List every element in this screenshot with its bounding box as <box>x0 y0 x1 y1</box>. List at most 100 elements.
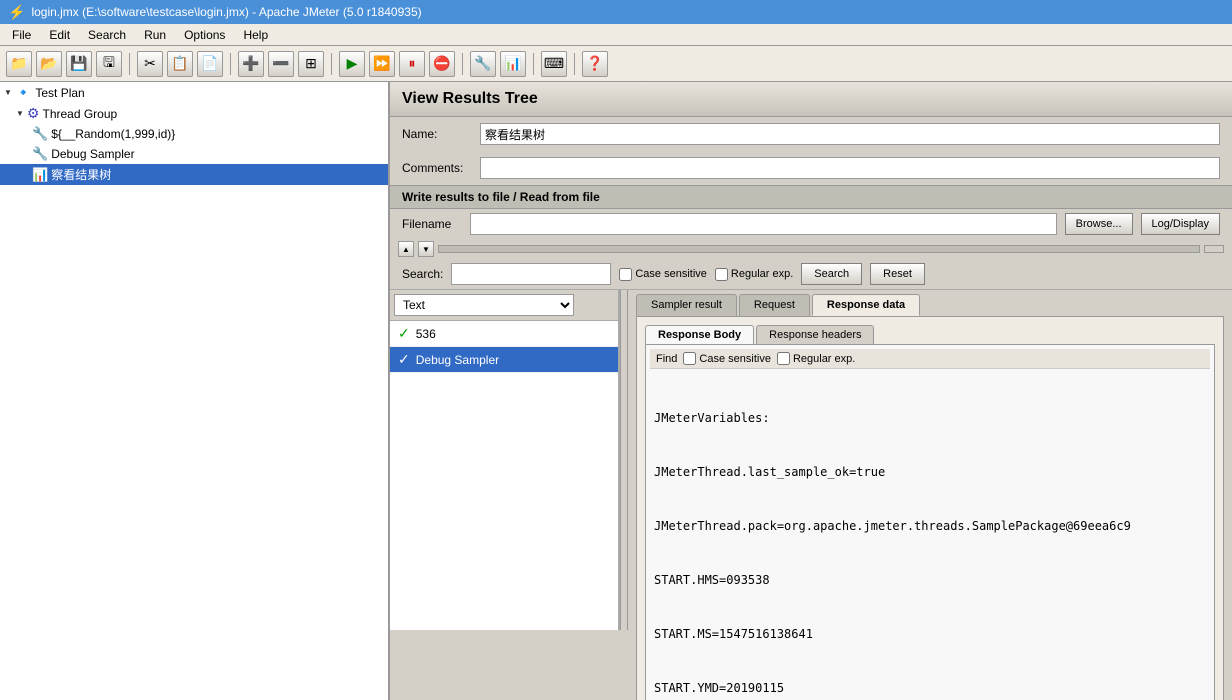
separator-4 <box>462 53 463 75</box>
toolbar-stop[interactable]: ⏸ <box>399 51 425 77</box>
regular-exp-label: Regular exp. <box>715 268 793 281</box>
toolbar-new[interactable]: 📁 <box>6 51 32 77</box>
text-dropdown[interactable]: Text RegExp Tester CSS/JQuery Tester XPa… <box>394 294 574 316</box>
scroll-up[interactable]: ▲ <box>398 241 414 257</box>
vertical-divider[interactable] <box>620 290 628 630</box>
result-item-debug[interactable]: ✓ Debug Sampler <box>390 347 618 373</box>
results-list: ✓ 536 ✓ Debug Sampler <box>390 321 620 630</box>
reset-button[interactable]: Reset <box>870 263 925 285</box>
menu-help[interactable]: Help <box>235 26 276 43</box>
result-label-536: 536 <box>416 327 436 341</box>
dropdown-row: Text RegExp Tester CSS/JQuery Tester XPa… <box>390 290 618 321</box>
menu-search[interactable]: Search <box>80 26 134 43</box>
toolbar-function[interactable]: ⌨ <box>541 51 567 77</box>
toolbar-save[interactable]: 💾 <box>66 51 92 77</box>
horizontal-scrollbar[interactable] <box>438 245 1200 253</box>
tree-item-test-plan[interactable]: ▼ 🔹 Test Plan <box>0 82 388 103</box>
comments-row: Comments: <box>390 151 1232 185</box>
test-plan-icon: 🔹 <box>15 84 32 101</box>
sub-tab-bar: Response Body Response headers <box>641 321 1219 344</box>
search-input[interactable] <box>451 263 611 285</box>
find-regexp-checkbox[interactable] <box>777 352 790 365</box>
response-line-3: START.HMS=093538 <box>654 571 1206 589</box>
response-line-4: START.MS=1547516138641 <box>654 625 1206 643</box>
result-item-536[interactable]: ✓ 536 <box>390 321 618 347</box>
separator-6 <box>574 53 575 75</box>
response-line-5: START.YMD=20190115 <box>654 679 1206 697</box>
find-case-checkbox[interactable] <box>683 352 696 365</box>
search-button[interactable]: Search <box>801 263 862 285</box>
name-input[interactable] <box>480 123 1220 145</box>
tree-item-view-results[interactable]: 📊 察看结果树 <box>0 164 388 185</box>
toolbar-add[interactable]: ➕ <box>238 51 264 77</box>
separator-3 <box>331 53 332 75</box>
response-line-2: JMeterThread.pack=org.apache.jmeter.thre… <box>654 517 1206 535</box>
response-line-0: JMeterVariables: <box>654 409 1206 427</box>
scroll-handle <box>1204 245 1224 253</box>
tree-label-thread-group: Thread Group <box>42 107 117 121</box>
separator-2 <box>230 53 231 75</box>
toolbar-copy[interactable]: 📋 <box>167 51 193 77</box>
tree-label-debug: Debug Sampler <box>51 147 134 161</box>
comments-input[interactable] <box>480 157 1220 179</box>
sub-tab-response-body[interactable]: Response Body <box>645 325 754 344</box>
expand-icon: ▼ <box>4 88 12 97</box>
search-label: Search: <box>402 267 443 281</box>
detail-panel: Sampler result Request Response data Res… <box>628 290 1232 630</box>
menu-run[interactable]: Run <box>136 26 174 43</box>
toolbar-expand[interactable]: ⊞ <box>298 51 324 77</box>
comments-label: Comments: <box>402 161 472 175</box>
tree-label-random: ${__Random(1,999,id)} <box>51 127 175 141</box>
toolbar-report[interactable]: 📊 <box>500 51 526 77</box>
result-label-debug: Debug Sampler <box>416 353 499 367</box>
menu-file[interactable]: File <box>4 26 39 43</box>
expand-icon-thread: ▼ <box>16 109 24 118</box>
case-sensitive-checkbox[interactable] <box>619 268 632 281</box>
toolbar-save2[interactable]: 🖫 <box>96 51 122 77</box>
toolbar-remove[interactable]: ➖ <box>268 51 294 77</box>
menu-bar: File Edit Search Run Options Help <box>0 24 1232 46</box>
toolbar-template[interactable]: 🔧 <box>470 51 496 77</box>
filename-label: Filename <box>402 217 462 231</box>
toolbar-help[interactable]: ❓ <box>582 51 608 77</box>
browse-button[interactable]: Browse... <box>1065 213 1133 235</box>
filename-row: Filename Browse... Log/Display <box>390 209 1232 239</box>
tree-item-debug[interactable]: 🔧 Debug Sampler <box>0 144 388 164</box>
toolbar-cut[interactable]: ✂ <box>137 51 163 77</box>
tab-sampler-result[interactable]: Sampler result <box>636 294 737 316</box>
tab-request[interactable]: Request <box>739 294 810 316</box>
toolbar-run[interactable]: ▶ <box>339 51 365 77</box>
menu-edit[interactable]: Edit <box>41 26 78 43</box>
scroll-down[interactable]: ▼ <box>418 241 434 257</box>
tab-content: Response Body Response headers Find Case… <box>636 316 1224 700</box>
toolbar-open[interactable]: 📂 <box>36 51 62 77</box>
toolbar-paste[interactable]: 📄 <box>197 51 223 77</box>
regular-exp-checkbox[interactable] <box>715 268 728 281</box>
filename-input[interactable] <box>470 213 1057 235</box>
main-tab-bar: Sampler result Request Response data <box>628 290 1232 316</box>
right-panel: View Results Tree Name: Comments: Write … <box>390 82 1232 700</box>
menu-options[interactable]: Options <box>176 26 233 43</box>
thread-group-icon: ⚙ <box>27 105 40 122</box>
tree-item-random[interactable]: 🔧 ${__Random(1,999,id)} <box>0 124 388 144</box>
separator-1 <box>129 53 130 75</box>
tree-label-view-results: 察看结果树 <box>51 166 111 183</box>
toolbar-run-all[interactable]: ⏩ <box>369 51 395 77</box>
title-text: login.jmx (E:\software\testcase\login.jm… <box>31 5 421 19</box>
success-icon-debug: ✓ <box>398 351 410 368</box>
find-row: Find Case sensitive Regular exp. <box>650 349 1210 369</box>
response-content: JMeterVariables: JMeterThread.last_sampl… <box>650 369 1210 700</box>
toolbar-stop2[interactable]: ⛔ <box>429 51 455 77</box>
sub-tab-response-headers[interactable]: Response headers <box>756 325 874 344</box>
tree-item-thread-group[interactable]: ▼ ⚙ Thread Group <box>0 103 388 124</box>
find-regexp-label: Regular exp. <box>777 352 855 365</box>
left-tree-panel: ▼ 🔹 Test Plan ▼ ⚙ Thread Group 🔧 ${__Ran… <box>0 82 390 700</box>
log-display-button[interactable]: Log/Display <box>1141 213 1220 235</box>
view-results-icon: 📊 <box>32 167 48 183</box>
vrt-panel: View Results Tree Name: Comments: Write … <box>390 82 1232 630</box>
search-row: Search: Case sensitive Regular exp. Sear… <box>390 259 1232 290</box>
success-icon-536: ✓ <box>398 325 410 342</box>
tab-response-data[interactable]: Response data <box>812 294 920 316</box>
find-case-label: Case sensitive <box>683 352 771 365</box>
title-bar: ⚡ login.jmx (E:\software\testcase\login.… <box>0 0 1232 24</box>
